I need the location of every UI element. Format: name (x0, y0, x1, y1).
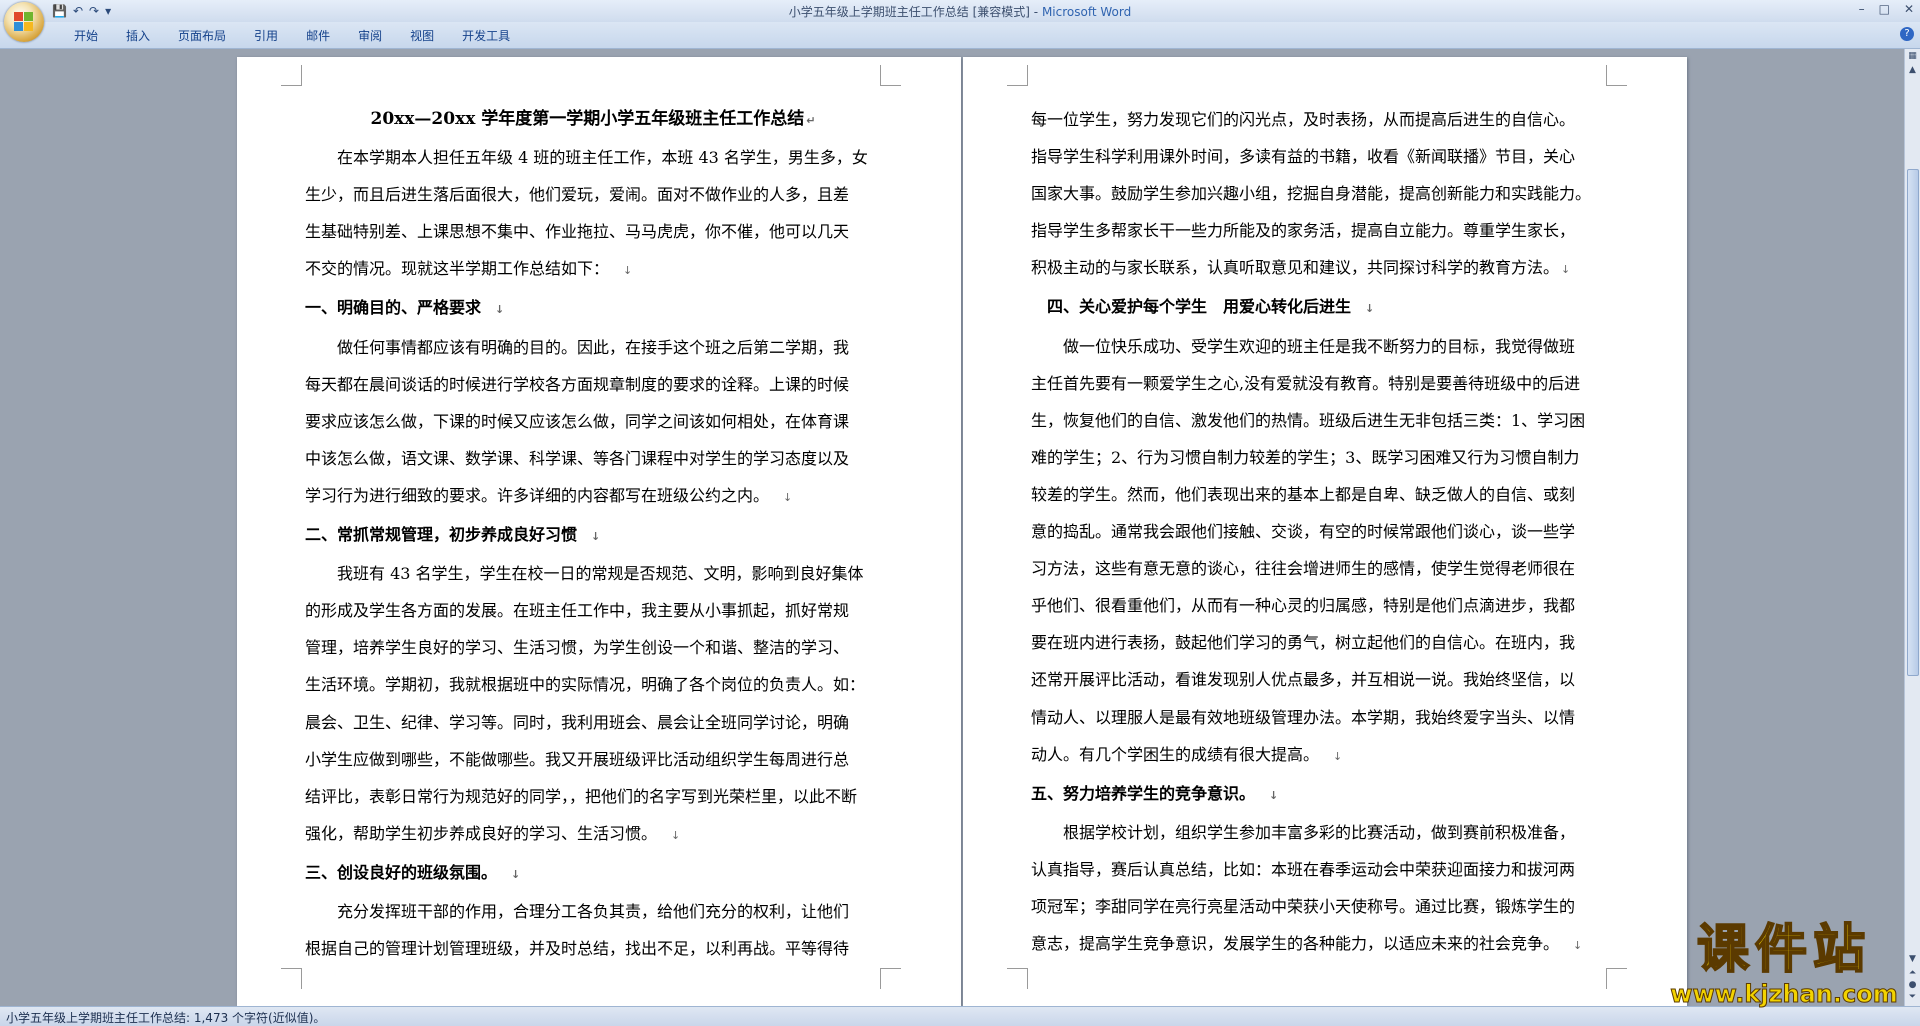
minimize-button[interactable]: – (1859, 2, 1865, 16)
window-title: 小学五年级上学期班主任工作总结 [兼容模式] - Microsoft Word (0, 3, 1920, 20)
vertical-scrollbar[interactable]: ▦ ▲ ▼ ⏶ ● ⏷ (1904, 49, 1920, 1006)
text-line: 在本学期本人担任五年级 4 班的班主任工作，本班 43 名学生，男生多，女 (337, 148, 868, 168)
text-line: 情动人、以理服人是最有效地班级管理办法。本学期，我始终爱字当头、以情 (1031, 707, 1576, 727)
text-line: 每一位学生，努力发现它们的闪光点，及时表扬，从而提高后进生的自信心。 (1031, 110, 1576, 129)
tab-insert[interactable]: 插入 (112, 27, 164, 44)
title-bar: 💾 ↶ ↷ ▾ 小学五年级上学期班主任工作总结 [兼容模式] - Microso… (0, 0, 1920, 22)
site-watermark: 课件站 www.kjzhan.com (1668, 919, 1900, 1012)
watermark-brand: 课件站 (1696, 919, 1871, 981)
text-line: 指导学生科学利用课外时间，多读有益的书籍，收看《新闻联播》节目，关心 (1031, 147, 1576, 167)
text-line: 项冠军；李甜同学在亮行亮星活动中荣获小天使称号。通过比赛，锻炼学生的 (1031, 896, 1576, 916)
text-line: 较差的学生。然而，他们表现出来的基本上都是自卑、缺乏做人的自信、或刻 (1031, 484, 1576, 504)
text-line: 根据自己的管理计划管理班级，并及时总结，找出不足，以利再战。平等得待 (305, 939, 850, 959)
text-line: 生活环境。学期初，我就根据班中的实际情况，明确了各个岗位的负责人。如： (305, 675, 866, 695)
text-line: 我班有 43 名学生，学生在校一日的常规是否规范、文明，影响到良好集体 (337, 564, 864, 584)
text-line: 中该怎么做，语文课、数学课、科学课、等各门课程中对学生的学习态度以及 (305, 448, 850, 468)
tab-review[interactable]: 审阅 (344, 27, 396, 44)
text-line: 学习行为进行细致的要求。许多详细的内容都写在班级公约之内。 ↓ (305, 485, 793, 505)
office-logo-icon (14, 12, 34, 32)
text-line: 根据学校计划，组织学生参加丰富多彩的比赛活动，做到赛前积极准备， (1063, 822, 1576, 842)
scrollbar-thumb[interactable] (1907, 169, 1919, 676)
text-line: 认真指导，赛后认真总结，比如：本班在春季运动会中荣获迎面接力和拔河两 (1031, 859, 1576, 879)
crop-mark (281, 65, 302, 86)
title-separator: - (1029, 5, 1042, 19)
watermark-url: www.kjzhan.com (1670, 980, 1898, 1009)
text-line: 还常开展评比活动，看谁发现别人优点最多，并互相说一说。我始终坚信，以 (1031, 670, 1576, 690)
text-line: 晨会、卫生、纪律、学习等。同时，我利用班会、晨会让全班同学讨论，明确 (305, 712, 850, 732)
tab-references[interactable]: 引用 (240, 27, 292, 44)
text-line: 做任何事情都应该有明确的目的。因此，在接手这个班之后第二学期，我 (337, 337, 850, 357)
status-text: 小学五年级上学期班主任工作总结: 1,473 个字符(近似值)。 (6, 1011, 326, 1025)
section-heading-5: 五、努力培养学生的竞争意识。 ↓ (1031, 783, 1279, 803)
app-name: Microsoft Word (1041, 5, 1132, 19)
page-1-text[interactable]: 20xx—20xx 学年度第一学期小学五年级班主任工作总结 ↵ 在本学期本人担任五… (305, 101, 881, 967)
document-heading: 20xx—20xx 学年度第一学期小学五年级班主任工作总结 ↵ (370, 109, 816, 129)
tab-view[interactable]: 视图 (396, 27, 448, 44)
text-line: 动人。有几个学困生的成绩有很大提高。 ↓ (1031, 744, 1343, 764)
section-heading-1: 一、明确目的、严格要求 ↓ (305, 298, 505, 318)
document-page-2[interactable]: 每一位学生，努力发现它们的闪光点，及时表扬，从而提高后进生的自信心。 指导学生科… (963, 57, 1687, 1006)
crop-mark (1606, 65, 1627, 86)
text-line: 小学生应做到哪些，不能做哪些。我又开展班级评比活动组织学生每周进行总 (305, 749, 850, 769)
crop-mark (281, 968, 302, 989)
text-line: 做一位快乐成功、受学生欢迎的班主任是我不断努力的目标，我觉得做班 (1063, 336, 1576, 356)
text-line: 难的学生；2、行为习惯自制力较差的学生；3、既学习困难又行为习惯自制力 (1031, 447, 1580, 467)
page-2-text[interactable]: 每一位学生，努力发现它们的闪光点，及时表扬，从而提高后进生的自信心。 指导学生科… (1031, 101, 1607, 964)
text-line: 习方法，这些有意无意的谈心，往往会增进师生的感情，使学生觉得老师很在 (1031, 559, 1576, 579)
text-line: 指导学生多帮家长干一些力所能及的家务活，提高自立能力。尊重学生家长， (1031, 221, 1576, 241)
previous-page-icon[interactable]: ⏶ (1907, 968, 1918, 979)
text-line: 意的捣乱。通常我会跟他们接触、交谈，有空的时候常跟他们谈心，谈一些学 (1031, 522, 1576, 542)
ribbon-tabs: 开始 插入 页面布局 引用 邮件 审阅 视图 开发工具 (60, 27, 524, 44)
text-line: 的形成及学生各方面的发展。在班主任工作中，我主要从小事抓起，抓好常规 (305, 601, 850, 621)
close-button[interactable]: ✕ (1904, 2, 1914, 16)
text-line: 乎他们、很看重他们，从而有一种心灵的归属感，特别是他们点滴进步，我都 (1031, 596, 1576, 616)
section-heading-2: 二、常抓常规管理，初步养成良好习惯 ↓ (305, 525, 601, 545)
text-line: 管理，培养学生良好的学习、生活习惯，为学生创设一个和谐、整洁的学习、 (305, 638, 850, 658)
section-heading-4: 四、关心爱护每个学生 用爱心转化后进生 ↓ (1047, 297, 1375, 317)
text-line: 结评比，表彰日常行为规范好的同学，，把他们的名字写到光荣栏里，以此不断 (305, 786, 858, 806)
tab-page-layout[interactable]: 页面布局 (164, 27, 240, 44)
text-line: 强化，帮助学生初步养成良好的学习、生活习惯。 ↓ (305, 823, 681, 843)
crop-mark (1606, 968, 1627, 989)
document-title: 小学五年级上学期班主任工作总结 [兼容模式] (788, 5, 1030, 19)
tab-developer[interactable]: 开发工具 (448, 27, 524, 44)
text-line: 主任首先要有一颗爱学生之心,没有爱就没有教育。特别是要善待班级中的后进 (1031, 373, 1581, 393)
text-line: 生，恢复他们的自信、激发他们的热情。班级后进生无非包括三类：1、学习困 (1031, 410, 1586, 430)
status-bar: 小学五年级上学期班主任工作总结: 1,473 个字符(近似值)。 (0, 1006, 1920, 1026)
select-browse-object-icon[interactable]: ● (1907, 980, 1918, 991)
section-heading-3: 三、创设良好的班级氛围。 ↓ (305, 862, 521, 882)
crop-mark (880, 65, 901, 86)
tab-home[interactable]: 开始 (60, 27, 112, 44)
crop-mark (1007, 65, 1028, 86)
next-page-icon[interactable]: ⏷ (1907, 992, 1918, 1003)
scroll-down-icon[interactable]: ▼ (1907, 954, 1918, 965)
office-button[interactable] (4, 2, 44, 42)
text-line: 要在班内进行表扬，鼓起他们学习的勇气，树立起他们的自信心。在班内，我 (1031, 633, 1576, 653)
text-line: 要求应该怎么做，下课的时候又应该怎么做，同学之间该如何相处，在体育课 (305, 411, 850, 431)
text-line: 国家大事。鼓励学生参加兴趣小组，挖掘自身潜能，提高创新能力和实践能力。 (1031, 184, 1592, 204)
ribbon-tab-bar: 开始 插入 页面布局 引用 邮件 审阅 视图 开发工具 ? (0, 22, 1920, 49)
ruler-toggle-icon[interactable]: ▦ (1907, 51, 1918, 62)
text-line: 积极主动的与家长联系，认真听取意见和建议，共同探讨科学的教育方法。 ↓ (1031, 258, 1571, 278)
text-line: 每天都在晨间谈话的时候进行学校各方面规章制度的要求的诠释。上课的时候 (305, 374, 850, 394)
crop-mark (880, 968, 901, 989)
crop-mark (1007, 968, 1028, 989)
maximize-button[interactable]: □ (1879, 2, 1890, 16)
window-controls: – □ ✕ (1859, 2, 1914, 16)
text-line: 生少，而且后进生落后面很大，他们爱玩，爱闹。面对不做作业的人多，且差 (305, 185, 850, 205)
text-line: 不交的情况。现就这半学期工作总结如下： ↓ (305, 259, 633, 279)
help-icon[interactable]: ? (1900, 27, 1914, 41)
document-page-1[interactable]: 20xx—20xx 学年度第一学期小学五年级班主任工作总结 ↵ 在本学期本人担任五… (237, 57, 961, 1006)
text-line: 意志，提高学生竞争意识，发展学生的各种能力，以适应未来的社会竞争。 ↓ (1031, 934, 1583, 954)
text-line: 生基础特别差、上课思想不集中、作业拖拉、马马虎虎，你不催，他可以几天 (305, 222, 850, 242)
text-line: 充分发挥班干部的作用，合理分工各负其责，给他们充分的权利，让他们 (337, 901, 850, 921)
tab-mailings[interactable]: 邮件 (292, 27, 344, 44)
scroll-up-icon[interactable]: ▲ (1907, 65, 1918, 76)
